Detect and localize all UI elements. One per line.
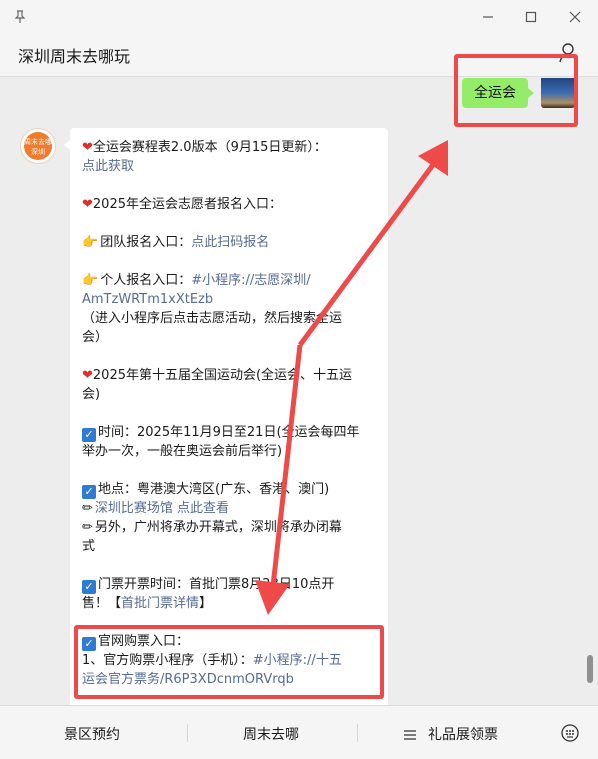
highlight-box-bottom xyxy=(74,625,384,699)
avatar-logo-line1: 周末去哪 xyxy=(24,138,52,146)
heart-icon: ❤ xyxy=(82,140,93,155)
paragraph-location: ✓ 地点：粤港澳大湾区(广东、香港、澳门) ✏ 深圳比赛场馆 点此查看 ✏ 另外，广州… xyxy=(82,480,382,556)
message-bubble[interactable]: ❤全运会赛程表2.0版本（9月15日更新）： 点此获取 ❤2025年全运会志愿者… xyxy=(64,128,388,708)
highlight-box-top xyxy=(454,54,578,127)
chat-title: 深圳周末去哪玩 xyxy=(18,47,131,66)
scrollbar-thumb[interactable] xyxy=(587,655,593,683)
text: 售！【 xyxy=(82,596,122,611)
menu-separator xyxy=(187,724,188,742)
miniprogram-link-cont[interactable]: AmTzWRTm1xXtEzb xyxy=(82,292,213,307)
keyboard-icon[interactable] xyxy=(561,724,579,746)
text: 全运会赛程表2.0版本（9月15日更新）： xyxy=(92,140,327,155)
maximize-icon[interactable] xyxy=(520,6,542,28)
text: 会） xyxy=(82,330,109,345)
paragraph-volunteer: ❤2025年全运会志愿者报名入口： xyxy=(82,195,382,214)
text: 地点：粤港澳大湾区(广东、香港、澳门) xyxy=(98,482,330,497)
avatar-logo-line2: 深圳 xyxy=(31,148,45,156)
text: 个人报名入口： xyxy=(100,273,192,288)
text: 会) xyxy=(82,387,101,402)
checkbox-icon: ✓ xyxy=(82,580,96,594)
pointing-hand-icon: 👉 xyxy=(82,273,99,288)
pencil-icon: ✏ xyxy=(82,520,93,535)
paragraph-personal-signup: 👉 个人报名入口：#小程序://志愿深圳/ AmTzWRTm1xXtEzb （进入… xyxy=(82,271,382,347)
text: 2025年全运会志愿者报名入口： xyxy=(92,197,282,212)
paragraph-schedule: ❤全运会赛程表2.0版本（9月15日更新）： 点此获取 xyxy=(82,138,382,176)
text: 式 xyxy=(82,539,96,554)
heart-icon: ❤ xyxy=(82,368,93,383)
menu-item-scenic[interactable]: 景区预约 xyxy=(64,724,120,744)
venue-link[interactable]: 深圳比赛场馆 点此查看 xyxy=(95,501,229,516)
official-account-avatar[interactable]: 周末去哪 深圳 xyxy=(20,128,56,164)
checkbox-icon: ✓ xyxy=(82,428,96,442)
text: 2025年第十五届全国运动会(全运会、十五运 xyxy=(92,368,353,383)
text: 时间：2025年11月9日至21日(全运会每四年 xyxy=(98,425,360,440)
paragraph-ticket-time: ✓ 门票开票时间：首批门票8月28日10点开 售！【首批门票详情】 xyxy=(82,575,382,613)
text: 举办一次，一般在奥运会前后举行) xyxy=(82,444,283,459)
close-icon[interactable] xyxy=(564,6,586,28)
paragraph-time: ✓ 时间：2025年11月9日至21日(全运会每四年 举办一次，一般在奥运会前后举… xyxy=(82,423,382,461)
pointing-hand-icon: 👉 xyxy=(82,235,99,250)
menu-item-weekend[interactable]: 周末去哪 xyxy=(243,724,299,744)
minimize-icon[interactable] xyxy=(477,6,499,28)
text: （进入小程序后点击志愿活动，然后搜索全运 xyxy=(82,311,343,326)
pencil-icon: ✏ xyxy=(82,501,93,516)
paragraph-team-signup: 👉 团队报名入口：点此扫码报名 xyxy=(82,233,382,252)
avatar-logo: 周末去哪 深圳 xyxy=(24,132,52,160)
pin-icon[interactable] xyxy=(9,6,31,28)
menu-item-gift[interactable]: 礼品展领票 xyxy=(428,724,498,744)
menu-icon xyxy=(404,726,416,745)
ticket-detail-link[interactable]: 首批门票详情 xyxy=(121,596,199,611)
text: 团队报名入口： xyxy=(100,235,192,250)
miniprogram-link[interactable]: #小程序://志愿深圳/ xyxy=(191,273,310,288)
text: 门票开票时间：首批门票8月28日10点开 xyxy=(98,577,335,592)
heart-icon: ❤ xyxy=(82,197,93,212)
text: 另外，广州将承办开幕式，深圳将承办闭幕 xyxy=(94,520,342,535)
text: 】 xyxy=(199,596,213,611)
team-signup-link[interactable]: 点此扫码报名 xyxy=(191,235,269,250)
bottom-menu-bar: 景区预约 周末去哪 礼品展领票 xyxy=(0,705,598,759)
paragraph-event: ❤2025年第十五届全国运动会(全运会、十五运 会) xyxy=(82,366,382,404)
checkbox-icon: ✓ xyxy=(82,485,96,499)
window-titlebar xyxy=(0,0,598,34)
menu-separator xyxy=(357,724,358,742)
schedule-link[interactable]: 点此获取 xyxy=(82,159,134,174)
